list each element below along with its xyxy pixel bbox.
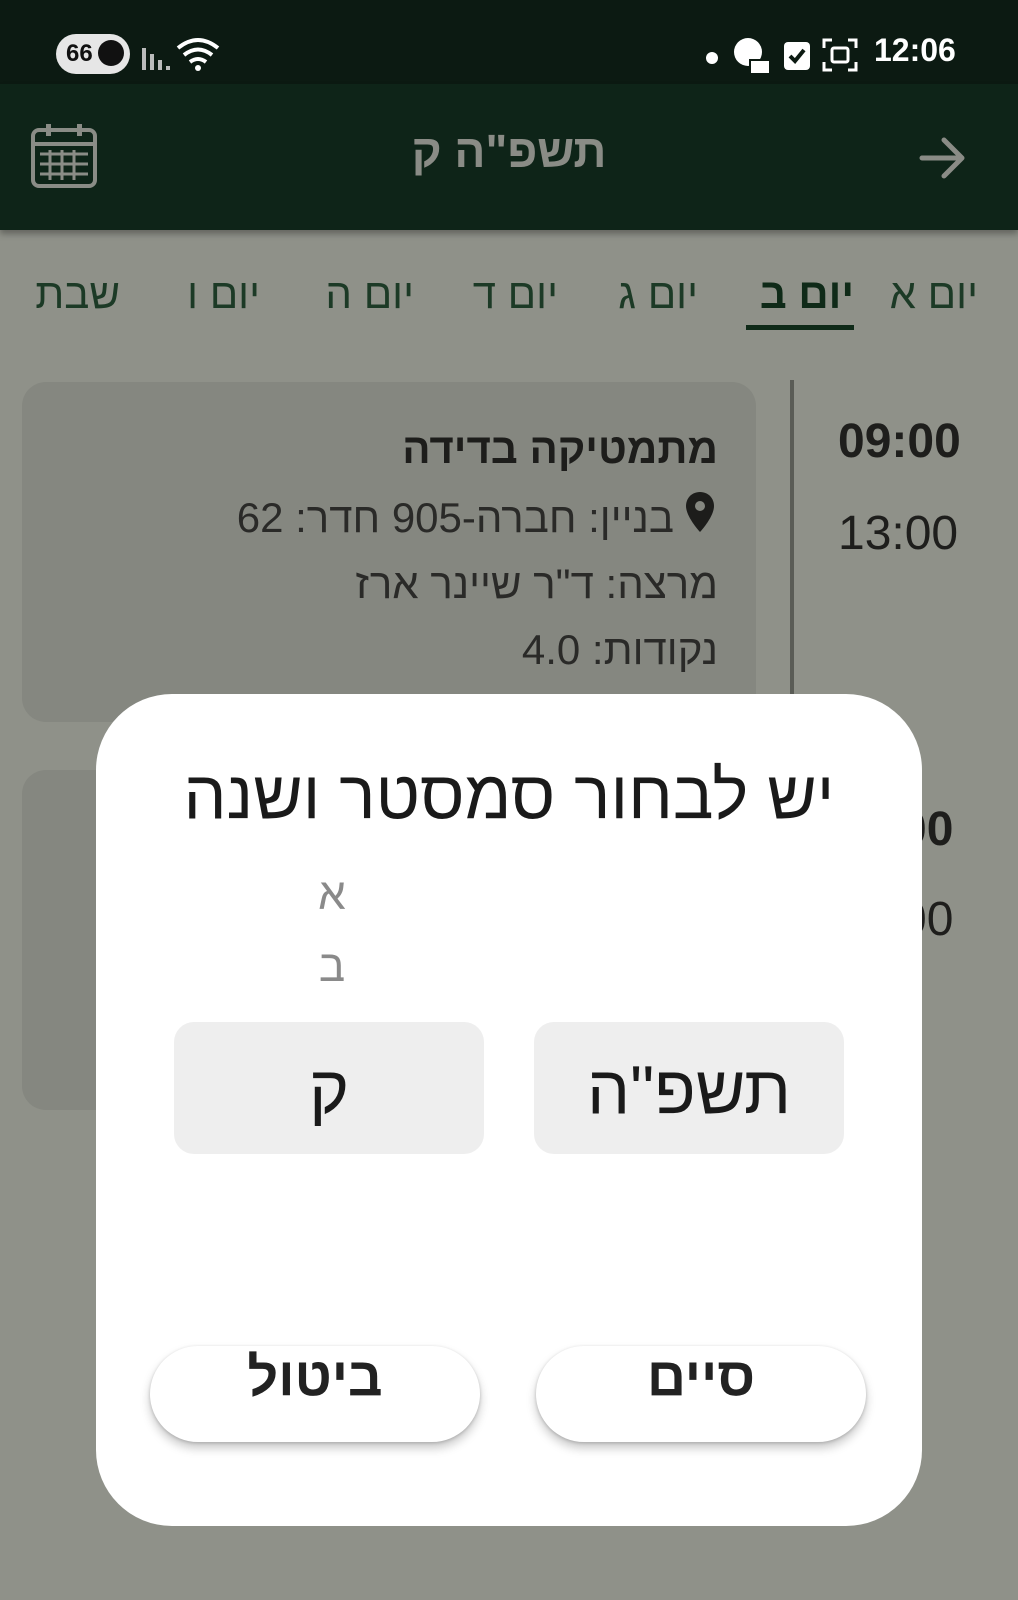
year-picker[interactable]: תשפ"ה xyxy=(534,1022,844,1154)
tab-day-b[interactable]: יום ב xyxy=(760,270,854,318)
tab-day-d[interactable]: יום ד xyxy=(473,270,558,318)
start-time: 09:00 xyxy=(838,415,961,468)
message-notification-icon xyxy=(734,38,771,75)
end-time: 13:00 xyxy=(838,507,959,560)
arrow-right-icon[interactable] xyxy=(918,136,968,180)
wifi-icon xyxy=(176,38,220,71)
notification-dot-icon xyxy=(706,52,718,64)
battery-saver-icon xyxy=(98,40,124,66)
course-credits: נקודות: 4.0 xyxy=(521,626,718,673)
semester-picker[interactable]: ק xyxy=(174,1022,484,1154)
dialog-title: יש לבחור סמסטר ושנה xyxy=(183,757,835,833)
tab-day-a[interactable]: יום א xyxy=(890,270,978,318)
day-tabs: יום א יום ב יום ג יום ד יום ה יום ו שבת xyxy=(0,232,1018,342)
app-bar: תשפ"ה ק xyxy=(0,84,1018,230)
clock: 12:06 xyxy=(874,32,956,68)
semester-option[interactable]: ב xyxy=(302,942,362,992)
done-button[interactable]: סיים xyxy=(536,1346,866,1442)
tab-shabbat[interactable]: שבת xyxy=(35,270,120,318)
cancel-button[interactable]: ביטול xyxy=(150,1346,480,1442)
battery-level: 66 xyxy=(66,40,93,67)
course-title: מתמטיקה בדידה xyxy=(402,425,718,472)
battery-indicator: 66 xyxy=(56,34,130,74)
status-bar: 66 12:06 xyxy=(0,0,1018,84)
tab-day-f[interactable]: יום ו xyxy=(187,270,260,318)
semester-year-dialog: יש לבחור סמסטר ושנה א ב ק תשפ"ה ביטול סי… xyxy=(96,694,922,1526)
tab-day-c[interactable]: יום ג xyxy=(618,270,698,318)
screenshot-icon xyxy=(822,38,858,72)
active-tab-indicator xyxy=(746,325,854,330)
course-location: בניין: חברה-905 חדר: 62 xyxy=(236,494,674,541)
timeline-divider xyxy=(790,380,794,710)
tab-day-e[interactable]: יום ה xyxy=(325,270,414,318)
course-lecturer: מרצה: ד"ר שיינר ארז xyxy=(355,560,718,607)
checklist-icon xyxy=(784,42,810,70)
signal-icon xyxy=(142,48,170,70)
semester-option[interactable]: א xyxy=(302,870,362,920)
location-pin-icon xyxy=(686,492,714,532)
page-title: תשפ"ה ק xyxy=(411,125,607,177)
